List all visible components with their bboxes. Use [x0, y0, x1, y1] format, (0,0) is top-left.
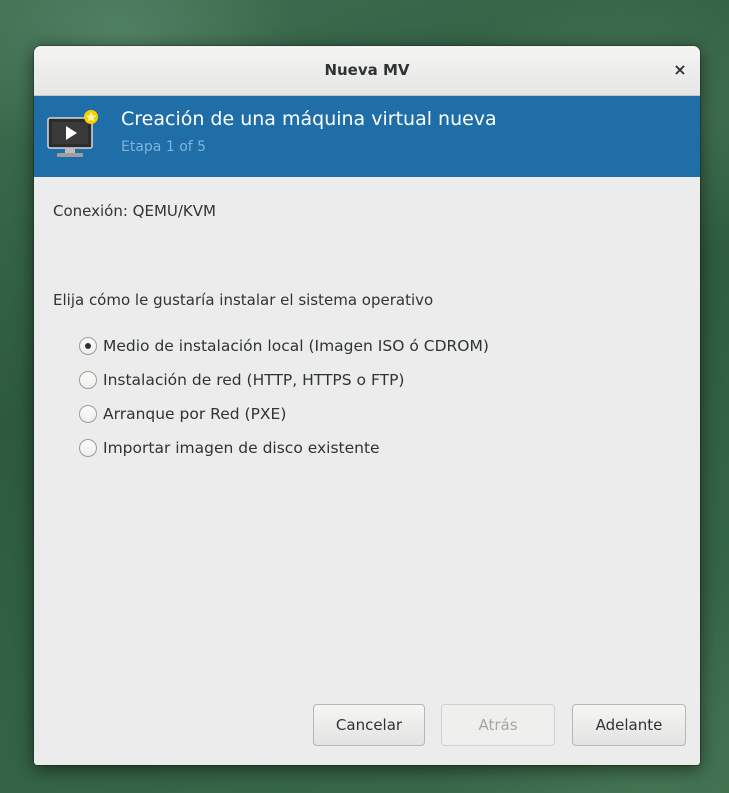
radio-button[interactable]	[79, 405, 97, 423]
window-title: Nueva MV	[324, 61, 410, 79]
banner-title: Creación de una máquina virtual nueva	[121, 108, 497, 130]
radio-button[interactable]	[79, 371, 97, 389]
option-import-disk[interactable]: Importar imagen de disco existente	[79, 431, 639, 465]
forward-button[interactable]: Adelante	[572, 704, 686, 746]
close-icon[interactable]: ×	[668, 58, 692, 82]
radio-button[interactable]	[79, 439, 97, 457]
back-button[interactable]: Atrás	[441, 704, 555, 746]
new-vm-monitor-icon	[47, 110, 98, 157]
new-vm-dialog: Nueva MV × Creación de una máquina virtu…	[34, 46, 700, 765]
cancel-button[interactable]: Cancelar	[313, 704, 425, 746]
option-network-install[interactable]: Instalación de red (HTTP, HTTPS o FTP)	[79, 363, 639, 397]
titlebar[interactable]: Nueva MV ×	[34, 46, 700, 96]
step-indicator: Etapa 1 of 5	[121, 139, 207, 155]
option-label: Medio de instalación local (Imagen ISO ó…	[103, 337, 489, 355]
install-method-options: Medio de instalación local (Imagen ISO ó…	[79, 329, 639, 465]
option-label: Instalación de red (HTTP, HTTPS o FTP)	[103, 371, 405, 389]
option-pxe-boot[interactable]: Arranque por Red (PXE)	[79, 397, 639, 431]
option-label: Arranque por Red (PXE)	[103, 405, 287, 423]
install-method-prompt: Elija cómo le gustaría instalar el siste…	[53, 291, 434, 309]
radio-button-selected[interactable]	[79, 337, 97, 355]
option-local-media[interactable]: Medio de instalación local (Imagen ISO ó…	[79, 329, 639, 363]
connection-label: Conexión: QEMU/KVM	[53, 202, 216, 220]
option-label: Importar imagen de disco existente	[103, 439, 380, 457]
header-banner: Creación de una máquina virtual nueva Et…	[34, 96, 700, 177]
